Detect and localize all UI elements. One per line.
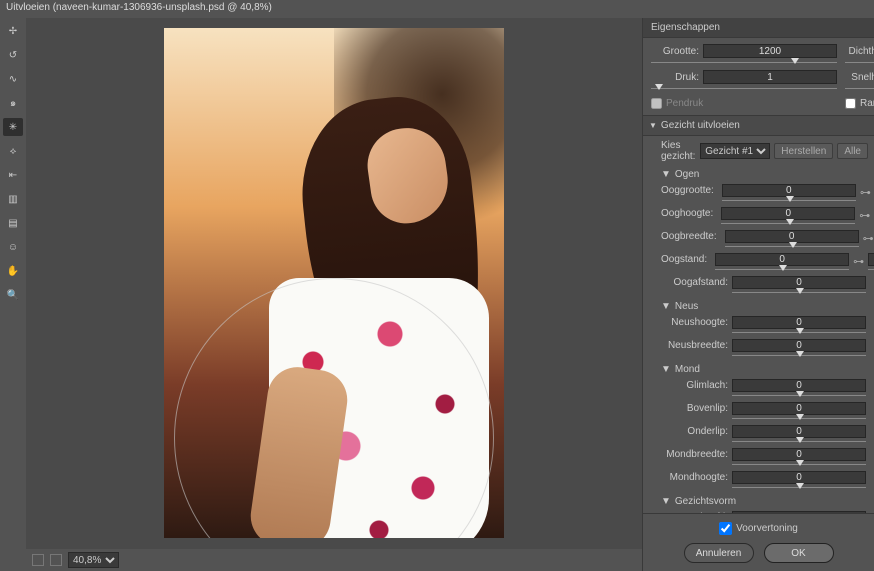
canvas-statusbar: 40,8% bbox=[26, 549, 642, 571]
mouth-1-label: Bovenlip: bbox=[661, 402, 732, 414]
document-canvas[interactable] bbox=[164, 28, 504, 538]
eyes-3-label: Oogstand: bbox=[661, 253, 711, 265]
face-all-button[interactable]: Alle bbox=[837, 143, 868, 159]
freeze-mask-tool[interactable]: ▥ bbox=[3, 190, 23, 208]
mouth-0-label: Glimlach: bbox=[661, 379, 732, 391]
eyes-3-left-slider[interactable] bbox=[715, 266, 849, 274]
brush-pressure-slider[interactable] bbox=[651, 86, 837, 92]
face-select-label: Kies gezicht: bbox=[661, 140, 696, 162]
push-left-tool[interactable]: ⇤ bbox=[3, 166, 23, 184]
nose-group-header[interactable]: ▼Neus bbox=[643, 298, 874, 315]
nose-1-slider[interactable] bbox=[732, 352, 866, 360]
properties-panel-title: Eigenschappen bbox=[643, 18, 874, 38]
zoom-select[interactable]: 40,8% bbox=[68, 552, 119, 568]
brush-rate-slider[interactable] bbox=[845, 86, 874, 92]
brush-rate-label: Snelheid: bbox=[845, 72, 874, 83]
window-title: Uitvloeien (naveen-kumar-1306936-unsplas… bbox=[0, 0, 874, 18]
ok-button[interactable]: OK bbox=[764, 543, 834, 563]
twirl-tool[interactable]: ๑ bbox=[3, 94, 23, 112]
eyes-3-right-input[interactable] bbox=[868, 253, 874, 266]
brush-size-input[interactable] bbox=[703, 44, 837, 58]
eye-distance-slider[interactable] bbox=[732, 289, 866, 297]
chevron-down-icon: ▼ bbox=[661, 496, 671, 507]
mouth-3-label: Mondbreedte: bbox=[661, 448, 732, 460]
chevron-down-icon: ▼ bbox=[661, 364, 671, 375]
brush-size-label: Grootte: bbox=[651, 46, 699, 57]
eyes-0-label: Ooggrootte: bbox=[661, 184, 718, 196]
mouth-1-slider[interactable] bbox=[732, 415, 866, 423]
mouth-3-slider[interactable] bbox=[732, 461, 866, 469]
tool-toolbar: ✢ ↺ ∿ ๑ ✳ ⟡ ⇤ ▥ ▤ ☺ ✋ 🔍 bbox=[0, 18, 26, 571]
forward-warp-tool[interactable]: ✢ bbox=[3, 22, 23, 40]
thaw-mask-tool[interactable]: ▤ bbox=[3, 214, 23, 232]
mouth-group-header[interactable]: ▼Mond bbox=[643, 361, 874, 378]
hand-tool[interactable]: ✋ bbox=[3, 262, 23, 280]
mouth-0-slider[interactable] bbox=[732, 392, 866, 400]
properties-panel: Eigenschappen Grootte: Dichtheid: Druk: bbox=[642, 18, 874, 571]
stylus-pressure-checkbox bbox=[651, 98, 662, 109]
photo-subject bbox=[219, 98, 469, 528]
face-reset-button[interactable]: Herstellen bbox=[774, 143, 833, 159]
reconstruct-tool[interactable]: ↺ bbox=[3, 46, 23, 64]
brush-pressure-label: Druk: bbox=[651, 72, 699, 83]
pin-edges-label: Randen vastzetten bbox=[860, 98, 874, 109]
stylus-pressure-label: Pendruk bbox=[666, 98, 703, 109]
pucker-tool[interactable]: ✳ bbox=[3, 118, 23, 136]
bloat-tool[interactable]: ⟡ bbox=[3, 142, 23, 160]
mouth-2-label: Onderlip: bbox=[661, 425, 732, 437]
eyes-group-header[interactable]: ▼Ogen bbox=[643, 166, 874, 183]
nose-0-label: Neushoogte: bbox=[661, 316, 732, 328]
shape-group-header[interactable]: ▼Gezichtsvorm bbox=[643, 493, 874, 510]
brush-size-slider[interactable] bbox=[651, 60, 837, 66]
nose-0-slider[interactable] bbox=[732, 329, 866, 337]
show-mesh-icon[interactable] bbox=[32, 554, 44, 566]
eyes-2-label: Oogbreedte: bbox=[661, 230, 721, 242]
eyes-2-left-slider[interactable] bbox=[725, 243, 859, 251]
pin-edges-checkbox[interactable] bbox=[845, 98, 856, 109]
mouth-4-label: Mondhoogte: bbox=[661, 471, 732, 483]
eyes-0-left-slider[interactable] bbox=[722, 197, 856, 205]
brush-density-slider[interactable] bbox=[845, 60, 874, 66]
eye-distance-label: Oogafstand: bbox=[661, 276, 732, 288]
show-mask-icon[interactable] bbox=[50, 554, 62, 566]
face-tool[interactable]: ☺ bbox=[3, 238, 23, 256]
brush-density-label: Dichtheid: bbox=[845, 46, 874, 57]
canvas-area[interactable]: 40,8% bbox=[26, 18, 642, 571]
cancel-button[interactable]: Annuleren bbox=[684, 543, 754, 563]
mouth-4-slider[interactable] bbox=[732, 484, 866, 492]
mouth-2-slider[interactable] bbox=[732, 438, 866, 446]
face-liquify-header-label: Gezicht uitvloeien bbox=[661, 120, 740, 131]
brush-properties: Grootte: Dichtheid: Druk: bbox=[643, 38, 874, 115]
face-liquify-section-header[interactable]: ▼ Gezicht uitvloeien bbox=[643, 115, 874, 136]
brush-pressure-input[interactable] bbox=[703, 70, 837, 84]
chevron-down-icon: ▼ bbox=[649, 121, 657, 130]
face-select-dropdown[interactable]: Gezicht #1 bbox=[700, 143, 770, 159]
eyes-1-link-icon[interactable]: ⊶ bbox=[859, 207, 870, 222]
preview-checkbox[interactable] bbox=[719, 522, 732, 535]
eyes-2-link-icon[interactable]: ⊶ bbox=[863, 230, 874, 245]
zoom-tool[interactable]: 🔍 bbox=[3, 286, 23, 304]
chevron-down-icon: ▼ bbox=[661, 169, 671, 180]
preview-label: Voorvertoning bbox=[736, 523, 798, 534]
nose-1-label: Neusbreedte: bbox=[661, 339, 732, 351]
eyes-0-link-icon[interactable]: ⊶ bbox=[860, 184, 871, 199]
eyes-1-left-slider[interactable] bbox=[721, 220, 855, 228]
chevron-down-icon: ▼ bbox=[661, 301, 671, 312]
eyes-1-label: Ooghoogte: bbox=[661, 207, 717, 219]
smooth-tool[interactable]: ∿ bbox=[3, 70, 23, 88]
eyes-3-link-icon[interactable]: ⊶ bbox=[853, 253, 864, 268]
eyes-3-right-slider[interactable] bbox=[868, 266, 874, 274]
